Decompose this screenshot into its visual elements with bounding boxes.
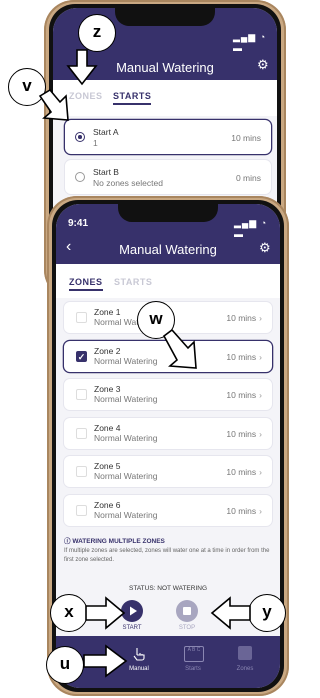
- arrow-x: [85, 596, 126, 630]
- gear-icon[interactable]: ⚙: [259, 240, 271, 256]
- zone-duration-text: 10 mins: [226, 390, 257, 400]
- callout-x: x: [50, 594, 88, 632]
- front-header: 9:41 ▂▄▆ ◔ ▬ ‹ Manual Watering ⚙: [56, 204, 280, 264]
- chevron-right-icon: ›: [259, 351, 262, 362]
- zone-duration: 10 mins ›: [226, 313, 262, 323]
- arrow-u: [83, 644, 128, 678]
- zone-card[interactable]: Zone 5 Normal Watering 10 mins ›: [64, 456, 272, 487]
- zones-icon[interactable]: [238, 646, 252, 660]
- arrow-v: [38, 88, 69, 121]
- front-tabs: ZONES STARTS: [56, 264, 280, 298]
- zone-duration-text: 10 mins: [226, 467, 257, 477]
- back-notch: [115, 8, 215, 26]
- zone-checkbox[interactable]: [76, 312, 87, 323]
- zone-name: Zone 6: [94, 499, 121, 510]
- zone-duration: 10 mins ›: [226, 467, 262, 477]
- start-b-detail: No zones selected: [93, 178, 163, 188]
- chevron-right-icon: ›: [259, 313, 262, 323]
- zone-card[interactable]: Zone 4 Normal Watering 10 mins ›: [64, 417, 272, 449]
- watering-status: STATUS: NOT WATERING: [129, 585, 207, 592]
- zone-name: Zone 1: [94, 307, 121, 317]
- chevron-right-icon: ›: [259, 467, 262, 477]
- info-body: If multiple zones are selected, zones wi…: [64, 548, 270, 563]
- start-a-card[interactable]: Start A 1 10 mins: [65, 120, 271, 154]
- zone-duration: 10 mins ›: [226, 506, 262, 516]
- zone-mode: Normal Watering: [94, 355, 158, 366]
- zone-mode: Normal Watering: [94, 394, 158, 404]
- chevron-right-icon: ›: [259, 428, 262, 439]
- front-notch: [118, 204, 218, 222]
- zone-card[interactable]: Zone 3 Normal Watering 10 mins ›: [64, 379, 272, 410]
- front-header-title: Manual Watering: [119, 242, 217, 257]
- zone-duration-text: 10 mins: [226, 313, 257, 323]
- stop-label: STOP: [178, 625, 196, 631]
- zone-checkbox[interactable]: [76, 504, 87, 516]
- start-a-radio[interactable]: [75, 132, 85, 142]
- zone-checkbox[interactable]: [76, 427, 87, 439]
- start-b-radio[interactable]: [75, 172, 85, 182]
- zone-duration-text: 10 mins: [226, 428, 257, 439]
- stop-icon: [183, 607, 191, 615]
- start-a-name: Start A: [93, 127, 119, 137]
- zone-name: Zone 4: [94, 422, 121, 433]
- info-title-text: WATERING MULTIPLE ZONES: [72, 538, 165, 545]
- nav-starts[interactable]: Starts: [173, 666, 213, 672]
- arrow-w: [162, 328, 197, 369]
- info-title: ⓘ WATERING MULTIPLE ZONES: [64, 535, 165, 545]
- abc-calendar-icon[interactable]: A B C: [184, 646, 204, 662]
- zone-mode: Normal Watering: [94, 432, 158, 443]
- hand-tap-icon[interactable]: [131, 646, 147, 662]
- zone-mode: Normal Watering: [94, 471, 158, 481]
- zone-name: Zone 5: [94, 461, 121, 471]
- chevron-right-icon: ›: [259, 390, 262, 400]
- tab-zones[interactable]: ZONES: [69, 277, 103, 291]
- zone-duration: 10 mins ›: [226, 390, 262, 400]
- status-time: 9:41: [68, 218, 89, 229]
- callout-y: y: [248, 594, 286, 632]
- start-a-detail: 1: [93, 138, 98, 148]
- zone-mode: Normal Watering: [94, 509, 158, 520]
- callout-z: z: [78, 14, 116, 52]
- stop-button[interactable]: [176, 600, 198, 622]
- callout-u: u: [46, 646, 84, 684]
- zone-duration: 10 mins ›: [226, 352, 262, 362]
- gear-icon[interactable]: ⚙: [257, 57, 269, 73]
- zone-name: Zone 2: [94, 345, 121, 356]
- zone-card[interactable]: Zone 6 Normal Watering 10 mins ›: [64, 494, 272, 526]
- arrow-y: [210, 596, 251, 630]
- start-b-name: Start B: [93, 167, 119, 177]
- abc-icon-text: A B C: [187, 647, 201, 653]
- zone-duration-text: 10 mins: [226, 505, 257, 516]
- chevron-right-icon: ›: [259, 505, 262, 516]
- zone-name: Zone 3: [94, 384, 121, 394]
- zone-duration: 10 mins ›: [226, 429, 262, 439]
- nav-zones[interactable]: Zones: [225, 666, 265, 672]
- start-a-duration: 10 mins: [231, 133, 261, 143]
- signal-wifi-battery-icons: ▂▄▆ ◔ ▬: [234, 218, 268, 239]
- start-b-duration: 0 mins: [235, 173, 261, 183]
- tab-starts[interactable]: STARTS: [114, 277, 152, 287]
- zone-duration-text: 10 mins: [226, 351, 257, 362]
- back-status-icons: ▂▄▆ ◔ ▬: [233, 32, 267, 53]
- start-b-card[interactable]: Start B No zones selected 0 mins: [65, 160, 271, 194]
- zone-checkbox[interactable]: ✓: [76, 350, 87, 362]
- zone-checkbox[interactable]: [76, 466, 87, 477]
- arrow-z: [66, 49, 98, 86]
- zone-checkbox[interactable]: [76, 389, 87, 400]
- tab-starts[interactable]: STARTS: [113, 91, 152, 105]
